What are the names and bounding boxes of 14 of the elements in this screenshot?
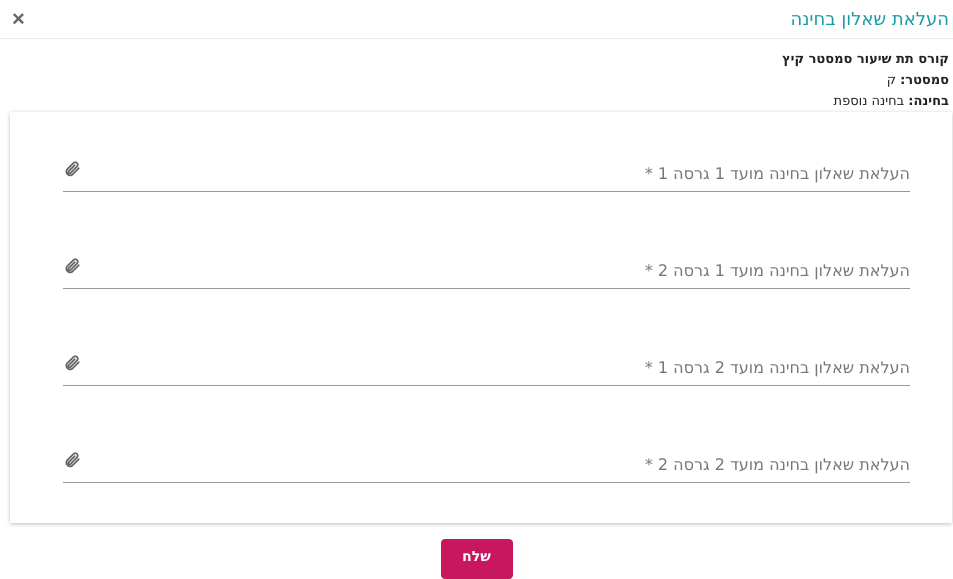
close-button[interactable]: × bbox=[8, 8, 29, 30]
file-upload-field[interactable]: העלאת שאלון בחינה מועד 1 גרסה 2 * bbox=[63, 231, 910, 289]
info-text: בחינה: בחינה נוספת bbox=[834, 93, 949, 111]
paperclip-icon[interactable] bbox=[63, 354, 81, 372]
paperclip-icon[interactable] bbox=[63, 257, 81, 275]
dialog-title: העלאת שאלון בחינה bbox=[790, 8, 949, 30]
file-upload-field[interactable]: העלאת שאלון בחינה מועד 1 גרסה 1 * bbox=[63, 134, 910, 192]
submit-button[interactable]: שלח bbox=[440, 539, 512, 579]
file-upload-field[interactable]: העלאת שאלון בחינה מועד 2 גרסה 2 * bbox=[63, 425, 910, 483]
file-upload-field[interactable]: העלאת שאלון בחינה מועד 2 גרסה 1 * bbox=[63, 328, 910, 386]
info-text: סמסטר: ק bbox=[886, 72, 949, 90]
info-text: קורס תת שיעור סמסטר קיץ bbox=[782, 51, 949, 69]
paperclip-icon[interactable] bbox=[63, 160, 81, 178]
paperclip-icon[interactable] bbox=[63, 451, 81, 469]
